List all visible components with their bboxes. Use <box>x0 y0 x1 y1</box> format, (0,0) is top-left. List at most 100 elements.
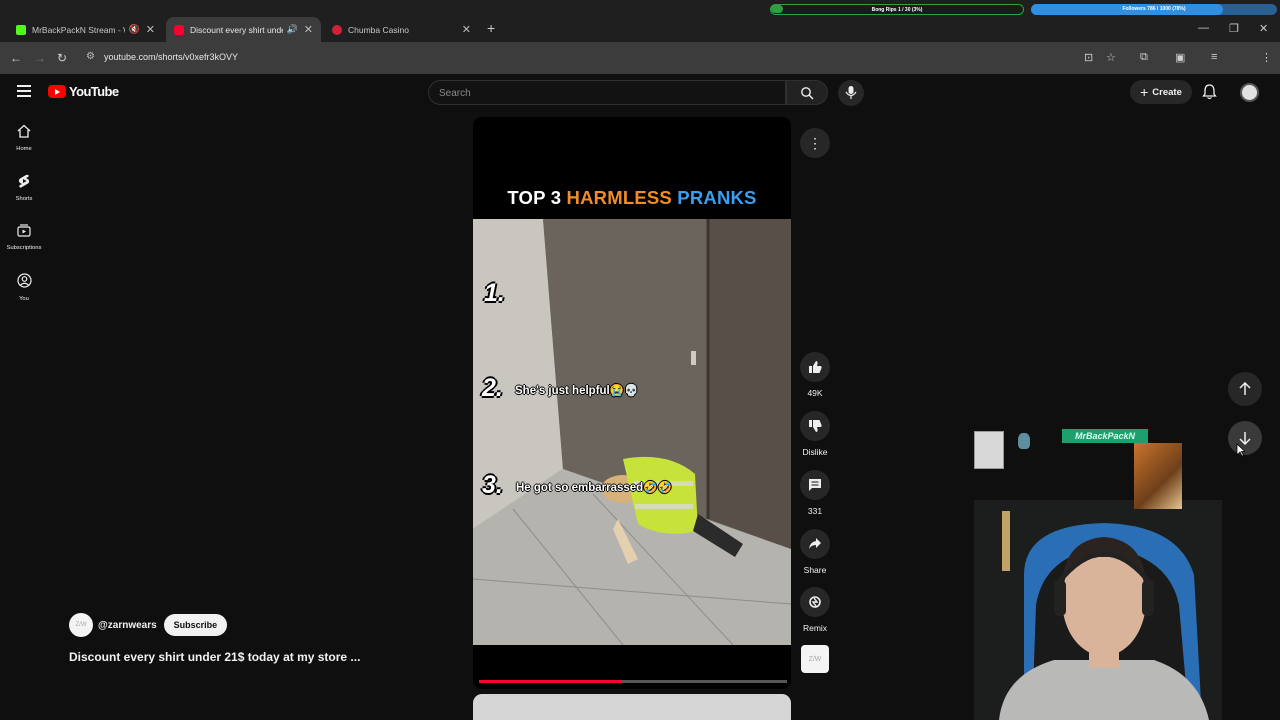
item-caption: He got so embarrassed🤣🤣 <box>516 482 672 494</box>
forward-icon[interactable]: → <box>34 51 46 65</box>
item-number: 3. <box>482 471 503 499</box>
sidebar-item-shorts[interactable]: Shorts <box>0 174 48 202</box>
share-button[interactable]: Share <box>797 529 833 575</box>
browser-menu-icon[interactable]: ⋮ <box>1261 51 1272 64</box>
media-controls-icon[interactable]: ≡ <box>1211 51 1217 63</box>
subscriptions-icon <box>17 224 31 237</box>
arrow-up-icon <box>1239 382 1251 395</box>
shorts-icon <box>18 174 30 188</box>
search-box <box>428 80 786 105</box>
notifications-bell-icon[interactable] <box>1202 84 1217 100</box>
overlay-followers-bar: Followers 786 / 1000 (78%) <box>1031 4 1277 15</box>
item-caption: She's just helpful😭💀 <box>515 385 639 397</box>
speaker-icon[interactable]: 🔊 <box>287 24 298 35</box>
like-count: 49K <box>807 388 823 398</box>
short-description[interactable]: Discount every shirt under 21$ today at … <box>69 650 360 664</box>
address-bar[interactable]: ⚙ youtube.com/shorts/v0xefr3kOVY <box>78 46 1258 70</box>
youtube-favicon-icon <box>174 24 184 35</box>
next-short-preview[interactable] <box>473 694 791 720</box>
search-button[interactable] <box>786 80 828 105</box>
poster-decoration <box>974 431 1004 469</box>
tab-title: Chumba Casino <box>348 24 409 35</box>
comment-icon <box>800 470 830 500</box>
channel-avatar[interactable]: Z/W <box>69 613 93 637</box>
new-tab-button[interactable]: + <box>487 20 495 36</box>
tab-title: Discount every shirt under <box>190 24 283 35</box>
close-tab-icon[interactable]: ✕ <box>304 23 313 36</box>
sound-thumbnail-button[interactable]: Z/W <box>801 645 829 673</box>
hamburger-menu-icon[interactable] <box>17 85 31 100</box>
browser-toolbar: ← → ↻ ⚙ youtube.com/shorts/v0xefr3kOVY ⊡… <box>0 42 1280 107</box>
video-frame: 1. 2. She's just helpful😭💀 3. He got so … <box>473 219 791 645</box>
sidebar-panel-icon[interactable]: ▣ <box>1175 51 1185 64</box>
short-video-player[interactable]: TOP 3 HARMLESS PRANKS 1. 2. She's just h… <box>473 117 791 689</box>
dislike-label: Dislike <box>802 447 828 457</box>
item-number: 1. <box>484 279 505 307</box>
bookmark-star-icon[interactable]: ☆ <box>1106 51 1116 64</box>
back-icon[interactable]: ← <box>10 51 22 65</box>
kick-favicon-icon <box>16 24 26 35</box>
url-text: youtube.com/shorts/v0xefr3kOVY <box>104 52 239 62</box>
more-vertical-icon: ⋮ <box>800 128 830 158</box>
share-label: Share <box>803 565 827 575</box>
bong-decoration <box>1018 433 1030 449</box>
tab-stream[interactable]: MrBackPackN Stream - Wa 🔇 ✕ <box>8 17 163 42</box>
sidebar-label: Subscriptions <box>6 245 42 251</box>
search-input[interactable] <box>439 86 769 100</box>
more-options-button[interactable]: ⋮ <box>797 128 833 158</box>
sidebar-label: Home <box>16 146 32 152</box>
restore-icon[interactable]: ❐ <box>1229 22 1239 35</box>
plus-icon: + <box>1140 84 1149 100</box>
home-icon <box>17 124 31 138</box>
video-overlay-title: TOP 3 HARMLESS PRANKS <box>507 187 757 208</box>
subscribe-button[interactable]: Subscribe <box>163 614 228 636</box>
account-avatar[interactable] <box>1240 83 1259 102</box>
microphone-icon <box>845 86 857 99</box>
youtube-logo[interactable]: YouTube <box>48 84 119 99</box>
sidebar-item-home[interactable]: Home <box>0 124 48 152</box>
site-info-icon[interactable]: ⚙ <box>86 51 95 62</box>
minimize-icon[interactable]: — <box>1198 22 1209 34</box>
tab-casino[interactable]: Chumba Casino ✕ <box>324 17 479 42</box>
dislike-button[interactable]: Dislike <box>797 411 833 457</box>
remix-button[interactable]: Remix <box>797 587 833 633</box>
search-icon <box>801 87 814 100</box>
restroom-scene-image <box>473 219 791 645</box>
close-tab-icon[interactable]: ✕ <box>146 23 155 36</box>
muted-speaker-icon[interactable]: 🔇 <box>129 24 140 35</box>
close-tab-icon[interactable]: ✕ <box>462 23 471 36</box>
sidebar-label: Shorts <box>15 196 33 202</box>
voice-search-button[interactable] <box>838 80 864 106</box>
share-arrow-icon <box>800 529 830 559</box>
next-short-button[interactable] <box>1228 421 1262 455</box>
youtube-play-icon <box>48 85 66 98</box>
casino-favicon-icon <box>332 24 342 35</box>
mouse-cursor-icon <box>1236 443 1245 457</box>
thumbs-up-icon <box>800 352 830 382</box>
channel-handle[interactable]: @zarnwears <box>98 620 157 631</box>
extensions-icon[interactable]: ⧉ <box>1140 51 1148 64</box>
install-app-icon[interactable]: ⊡ <box>1084 51 1093 64</box>
close-window-icon[interactable]: ✕ <box>1259 22 1268 35</box>
sidebar-item-subscriptions[interactable]: Subscriptions <box>0 223 48 251</box>
like-button[interactable]: 49K <box>797 352 833 398</box>
thumbs-down-icon <box>800 411 830 441</box>
tab-title: MrBackPackN Stream - Wa <box>32 24 125 35</box>
tab-youtube-short[interactable]: Discount every shirt under 🔊 ✕ <box>166 17 321 42</box>
comment-count: 331 <box>807 506 823 516</box>
reload-icon[interactable]: ↻ <box>57 51 67 65</box>
streamer-webcam-image <box>999 523 1209 720</box>
previous-short-button[interactable] <box>1228 372 1262 406</box>
channel-row: Z/W @zarnwears Subscribe <box>69 613 228 637</box>
video-progress-bar[interactable] <box>479 680 787 683</box>
progress-fill <box>479 680 621 683</box>
item-number: 2. <box>482 374 503 402</box>
you-icon <box>16 273 32 288</box>
overlay-goal-bar: Bong Rips 1 / 30 (3%) <box>770 4 1024 15</box>
streamer-banner: MrBackPackN <box>1062 429 1148 443</box>
streamer-webcam-overlay: MrBackPackN <box>974 425 1222 720</box>
create-button[interactable]: + Create <box>1130 80 1192 104</box>
sidebar-item-you[interactable]: You <box>0 273 48 302</box>
comments-button[interactable]: 331 <box>797 470 833 516</box>
youtube-header: YouTube + Create <box>0 74 1280 112</box>
